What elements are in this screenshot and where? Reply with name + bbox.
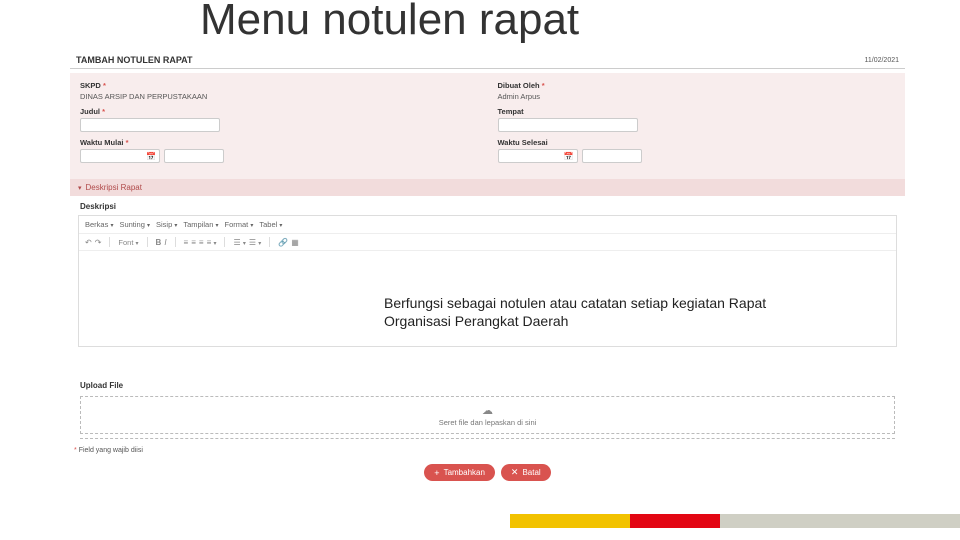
tempat-input[interactable]	[498, 118, 638, 132]
tambahkan-button[interactable]: + Tambahkan	[424, 464, 495, 481]
judul-label: Judul *	[80, 107, 478, 116]
bar-grey	[720, 514, 960, 528]
skpd-label: SKPD *	[80, 81, 478, 90]
upload-label: Upload File	[80, 381, 895, 390]
bar-red	[630, 514, 720, 528]
upload-cloud-icon: ☁	[482, 404, 493, 417]
waktu-selesai-time[interactable]	[582, 149, 642, 163]
waktu-mulai-label: Waktu Mulai *	[80, 138, 478, 147]
font-select[interactable]: Font ▾	[118, 238, 138, 247]
page-title: TAMBAH NOTULEN RAPAT	[76, 55, 193, 65]
image-icon[interactable]: ▦	[291, 238, 299, 247]
deskripsi-section-label: Deskripsi Rapat	[86, 183, 142, 192]
file-dropzone[interactable]: ☁ Seret file dan lepaskan di sini	[80, 396, 895, 434]
form-header: TAMBAH NOTULEN RAPAT 11/02/2021	[70, 52, 905, 69]
judul-input[interactable]	[80, 118, 220, 132]
align-justify-icon[interactable]: ≡ ▾	[207, 238, 217, 247]
redo-icon[interactable]: ↷	[95, 238, 102, 247]
calendar-icon: 📅	[564, 152, 574, 161]
number-list-icon[interactable]: ☰ ▾	[249, 238, 261, 247]
menu-sunting[interactable]: Sunting ▾	[119, 220, 150, 229]
menu-format[interactable]: Format ▾	[225, 220, 254, 229]
italic-icon[interactable]: I	[164, 238, 166, 247]
menu-sisip[interactable]: Sisip ▾	[156, 220, 177, 229]
deskripsi-section-bar[interactable]: ▾ Deskripsi Rapat	[70, 179, 905, 196]
undo-icon[interactable]: ↶	[85, 238, 92, 247]
dibuat-label: Dibuat Oleh *	[498, 81, 896, 90]
dibuat-value: Admin Arpus	[498, 92, 896, 101]
editor-menubar: Berkas ▾ Sunting ▾ Sisip ▾ Tampilan ▾ Fo…	[79, 216, 896, 234]
slide-caption: Berfungsi sebagai notulen atau catatan s…	[380, 290, 810, 334]
header-date: 11/02/2021	[864, 57, 899, 64]
dropzone-text: Seret file dan lepaskan di sini	[439, 418, 537, 427]
waktu-mulai-date[interactable]: 📅	[80, 149, 160, 163]
bold-icon[interactable]: B	[156, 238, 162, 247]
menu-tampilan[interactable]: Tampilan ▾	[183, 220, 218, 229]
waktu-selesai-label: Waktu Selesai	[498, 138, 896, 147]
editor-toolbar: ↶ ↷ Font ▾ B I ≡ ≡ ≡ ≡ ▾ ☰ ▾ ☰ ▾	[79, 234, 896, 251]
slide-title: Menu notulen rapat	[200, 0, 579, 45]
align-left-icon[interactable]: ≡	[184, 238, 189, 247]
tempat-label: Tempat	[498, 107, 896, 116]
plus-icon: +	[434, 468, 439, 478]
batal-button[interactable]: ✕ Batal	[501, 464, 551, 481]
close-icon: ✕	[511, 467, 519, 478]
chevron-down-icon: ▾	[78, 184, 82, 192]
form-screenshot: TAMBAH NOTULEN RAPAT 11/02/2021 SKPD * D…	[70, 52, 905, 487]
form-panel: SKPD * DINAS ARSIP DAN PERPUSTAKAAN Judu…	[70, 73, 905, 179]
align-center-icon[interactable]: ≡	[191, 238, 196, 247]
waktu-mulai-time[interactable]	[164, 149, 224, 163]
link-icon[interactable]: 🔗	[278, 238, 288, 247]
divider	[80, 438, 895, 439]
align-right-icon[interactable]: ≡	[199, 238, 204, 247]
menu-tabel[interactable]: Tabel ▾	[259, 220, 282, 229]
bullet-list-icon[interactable]: ☰ ▾	[233, 238, 245, 247]
skpd-value: DINAS ARSIP DAN PERPUSTAKAAN	[80, 92, 478, 101]
footer-color-bars	[510, 514, 960, 528]
bar-yellow	[510, 514, 630, 528]
required-note: * Field yang wajib diisi	[70, 443, 905, 458]
deskripsi-label: Deskripsi	[70, 196, 905, 213]
menu-berkas[interactable]: Berkas ▾	[85, 220, 113, 229]
waktu-selesai-date[interactable]: 📅	[498, 149, 578, 163]
calendar-icon: 📅	[146, 152, 156, 161]
